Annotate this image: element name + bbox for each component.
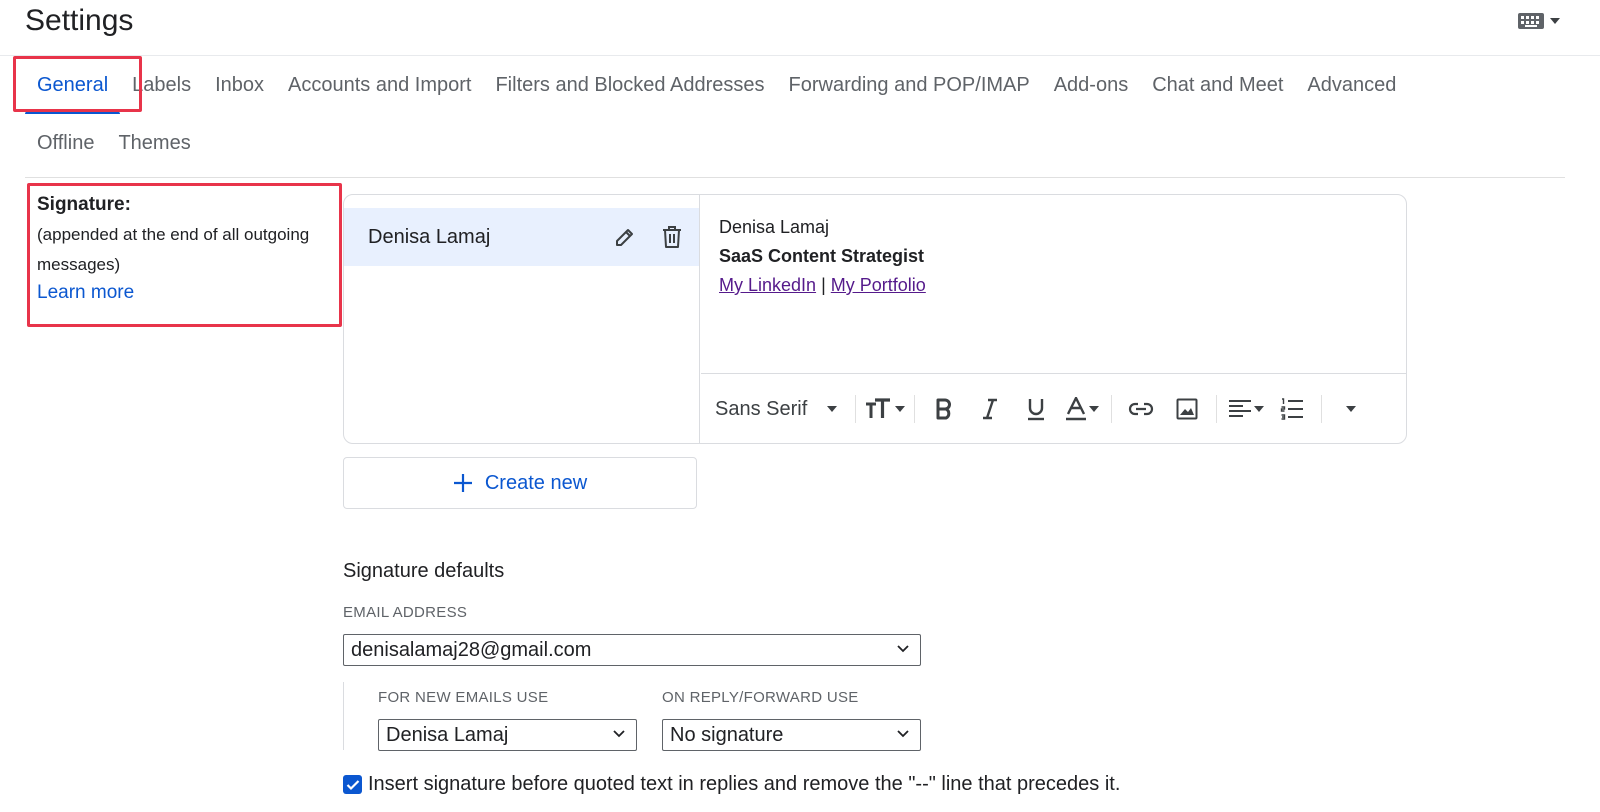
defaults-indent-bar bbox=[343, 682, 344, 750]
underline-button[interactable] bbox=[1016, 389, 1056, 429]
numbered-list-button[interactable] bbox=[1272, 389, 1312, 429]
tab-labels[interactable]: Labels bbox=[120, 72, 203, 114]
page-title: Settings bbox=[25, 4, 134, 37]
new-emails-signature-select[interactable]: Denisa Lamaj bbox=[378, 719, 637, 751]
link-icon bbox=[1129, 402, 1154, 416]
chevron-down-icon bbox=[613, 730, 625, 738]
signature-panel: Denisa Lamaj Denisa Lamaj SaaS Content S… bbox=[343, 194, 1407, 444]
portfolio-link[interactable]: My Portfolio bbox=[831, 275, 926, 295]
signature-heading: Signature: bbox=[37, 194, 131, 215]
chevron-down-icon bbox=[1550, 18, 1560, 24]
bold-icon bbox=[936, 398, 952, 420]
checkmark-icon bbox=[346, 779, 359, 790]
insert-signature-option: Insert signature before quoted text in r… bbox=[343, 773, 1120, 796]
signature-links-line: My LinkedIn | My Portfolio bbox=[719, 271, 926, 300]
italic-button[interactable] bbox=[970, 389, 1010, 429]
signature-label-block: Signature: (appended at the end of all o… bbox=[37, 194, 337, 304]
tab-accounts-and-import[interactable]: Accounts and Import bbox=[276, 72, 483, 114]
toolbar-separator bbox=[1111, 395, 1113, 423]
bold-button[interactable] bbox=[924, 389, 964, 429]
font-family-value: Sans Serif bbox=[715, 397, 808, 420]
align-icon bbox=[1229, 400, 1252, 417]
tabs-divider bbox=[25, 177, 1565, 178]
reply-forward-value: No signature bbox=[670, 723, 784, 746]
font-family-select[interactable]: Sans Serif bbox=[715, 397, 838, 421]
trash-icon bbox=[663, 226, 681, 248]
chevron-down-icon bbox=[897, 730, 909, 738]
settings-tabs-row-1: General Labels Inbox Accounts and Import… bbox=[25, 72, 1408, 114]
email-address-label: EMAIL ADDRESS bbox=[343, 604, 468, 621]
tab-advanced[interactable]: Advanced bbox=[1295, 72, 1408, 114]
edit-signature-button[interactable] bbox=[605, 217, 645, 257]
input-tools-button[interactable] bbox=[1518, 12, 1560, 30]
align-button[interactable] bbox=[1226, 389, 1266, 429]
text-size-button[interactable] bbox=[865, 389, 906, 429]
tab-inbox[interactable]: Inbox bbox=[203, 72, 276, 114]
signature-editor[interactable]: Denisa Lamaj SaaS Content Strategist My … bbox=[701, 195, 1406, 443]
tab-filters-and-blocked-addresses[interactable]: Filters and Blocked Addresses bbox=[483, 72, 776, 114]
chevron-down-icon bbox=[895, 406, 906, 412]
tab-general[interactable]: General bbox=[25, 72, 121, 114]
text-size-icon bbox=[866, 398, 891, 418]
signature-line-title: SaaS Content Strategist bbox=[719, 246, 925, 266]
chevron-down-icon bbox=[1089, 406, 1100, 412]
reply-forward-label: ON REPLY/FORWARD USE bbox=[662, 689, 859, 706]
link-separator: | bbox=[821, 275, 826, 295]
linkedin-link[interactable]: My LinkedIn bbox=[719, 275, 816, 295]
chevron-down-icon bbox=[827, 406, 838, 412]
pencil-icon bbox=[616, 229, 633, 246]
italic-icon bbox=[983, 398, 998, 420]
image-icon bbox=[1176, 398, 1198, 420]
tab-themes[interactable]: Themes bbox=[106, 130, 202, 172]
insert-signature-label: Insert signature before quoted text in r… bbox=[368, 773, 1121, 795]
plus-icon bbox=[453, 474, 472, 492]
numbered-list-icon bbox=[1281, 398, 1304, 420]
toolbar-separator bbox=[1216, 395, 1218, 423]
learn-more-link[interactable]: Learn more bbox=[37, 282, 337, 304]
signature-description: (appended at the end of all outgoing mes… bbox=[37, 225, 310, 274]
toolbar-separator bbox=[914, 395, 916, 423]
tab-offline[interactable]: Offline bbox=[25, 130, 106, 172]
signature-list-item[interactable]: Denisa Lamaj bbox=[344, 208, 699, 266]
more-formatting-button[interactable] bbox=[1331, 389, 1371, 429]
tab-add-ons[interactable]: Add-ons bbox=[1042, 72, 1141, 114]
tab-forwarding-and-pop-imap[interactable]: Forwarding and POP/IMAP bbox=[777, 72, 1042, 114]
settings-tabs-row-2: Offline Themes bbox=[25, 130, 203, 172]
reply-forward-signature-select[interactable]: No signature bbox=[662, 719, 921, 751]
delete-signature-button[interactable] bbox=[652, 217, 692, 257]
email-address-select[interactable]: denisalamaj28@gmail.com bbox=[343, 634, 921, 666]
insert-link-button[interactable] bbox=[1121, 389, 1161, 429]
toolbar-separator bbox=[855, 395, 857, 423]
chevron-down-icon bbox=[897, 645, 909, 653]
text-color-icon bbox=[1066, 397, 1087, 421]
chevron-down-icon bbox=[1254, 406, 1265, 412]
more-options-icon bbox=[1346, 406, 1357, 412]
new-emails-label: FOR NEW EMAILS USE bbox=[378, 689, 549, 706]
signature-list: Denisa Lamaj bbox=[344, 195, 700, 443]
create-new-signature-button[interactable]: Create new bbox=[343, 457, 697, 509]
keyboard-icon bbox=[1518, 13, 1544, 29]
signature-defaults-title: Signature defaults bbox=[343, 560, 505, 582]
tab-chat-and-meet[interactable]: Chat and Meet bbox=[1140, 72, 1295, 114]
underline-icon bbox=[1028, 399, 1045, 421]
header-divider bbox=[0, 55, 1600, 56]
toolbar-separator bbox=[1321, 395, 1323, 423]
new-emails-value: Denisa Lamaj bbox=[386, 723, 509, 746]
signature-editor-content[interactable]: Denisa Lamaj SaaS Content Strategist My … bbox=[719, 213, 926, 300]
create-new-label: Create new bbox=[484, 471, 588, 494]
email-address-value: denisalamaj28@gmail.com bbox=[351, 638, 592, 661]
signature-line-name: Denisa Lamaj bbox=[719, 217, 830, 237]
text-color-button[interactable] bbox=[1062, 389, 1102, 429]
formatting-toolbar: Sans Serif bbox=[701, 373, 1406, 443]
insert-image-button[interactable] bbox=[1167, 389, 1207, 429]
signature-item-name: Denisa Lamaj bbox=[368, 225, 491, 248]
insert-signature-checkbox[interactable] bbox=[343, 775, 362, 794]
